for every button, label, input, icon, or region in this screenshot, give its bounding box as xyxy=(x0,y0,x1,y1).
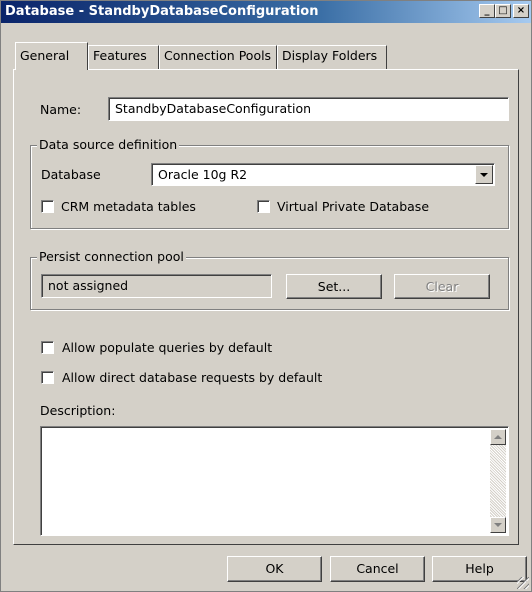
allow-direct-label: Allow direct database requests by defaul… xyxy=(62,370,323,385)
tab-general[interactable]: General xyxy=(15,42,88,70)
description-scrollbar[interactable] xyxy=(490,429,506,533)
virtual-private-database-label: Virtual Private Database xyxy=(277,199,430,214)
data-source-group-label: Data source definition xyxy=(37,137,180,152)
tab-features[interactable]: Features xyxy=(88,45,159,69)
ok-button[interactable]: OK xyxy=(227,556,322,582)
resize-grip-icon[interactable] xyxy=(517,577,529,589)
persist-connection-pool-group: Persist connection pool not assigned Set… xyxy=(30,249,509,310)
database-select-value: Oracle 10g R2 xyxy=(158,167,248,182)
tab-connection-pools[interactable]: Connection Pools xyxy=(159,45,277,69)
persist-pool-field: not assigned xyxy=(41,274,272,298)
cancel-button[interactable]: Cancel xyxy=(330,556,425,582)
title-bar[interactable]: Database - StandbyDatabaseConfiguration … xyxy=(1,1,531,23)
maximize-button[interactable]: □ xyxy=(495,4,511,18)
description-textarea[interactable] xyxy=(40,426,509,536)
description-label: Description: xyxy=(40,403,116,418)
crm-metadata-label: CRM metadata tables xyxy=(61,199,196,214)
close-button[interactable]: × xyxy=(513,4,529,18)
crm-metadata-checkbox[interactable] xyxy=(41,200,54,213)
allow-populate-label: Allow populate queries by default xyxy=(62,340,273,355)
virtual-private-database-checkbox[interactable] xyxy=(257,200,270,213)
allow-direct-checkbox[interactable] xyxy=(41,371,54,384)
data-source-group: Data source definition Database Oracle 1… xyxy=(30,137,509,229)
chevron-down-icon[interactable] xyxy=(475,165,493,184)
database-label: Database xyxy=(41,167,101,182)
database-select[interactable]: Oracle 10g R2 xyxy=(151,163,495,186)
general-panel: Name: StandbyDatabaseConfiguration Data … xyxy=(13,69,519,545)
database-dialog: Database - StandbyDatabaseConfiguration … xyxy=(0,0,532,592)
name-field[interactable]: StandbyDatabaseConfiguration xyxy=(108,97,509,121)
allow-populate-checkbox[interactable] xyxy=(41,341,54,354)
window-title: Database - StandbyDatabaseConfiguration xyxy=(5,4,319,19)
minimize-button[interactable]: _ xyxy=(479,4,495,18)
clear-button[interactable]: Clear xyxy=(394,274,490,299)
scroll-down-icon[interactable] xyxy=(490,517,506,533)
scroll-up-icon[interactable] xyxy=(490,429,506,445)
persist-group-label: Persist connection pool xyxy=(37,249,186,264)
tab-display-folders[interactable]: Display Folders xyxy=(277,45,387,69)
set-button[interactable]: Set... xyxy=(286,274,382,299)
help-button[interactable]: Help xyxy=(432,556,527,582)
name-label: Name: xyxy=(40,102,82,117)
